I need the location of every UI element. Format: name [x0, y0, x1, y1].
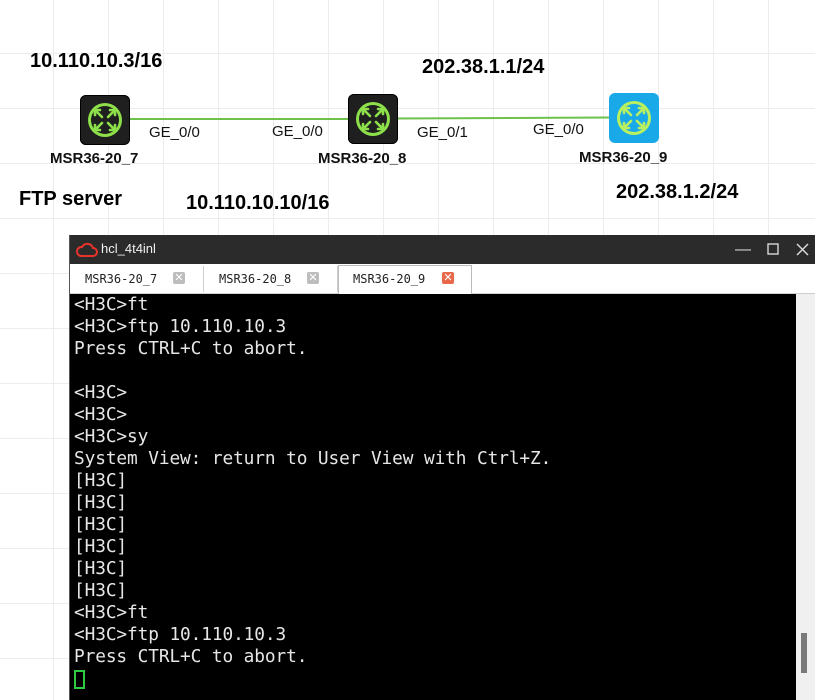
router-msr36-20-7[interactable] — [80, 95, 130, 145]
console-line: System View: return to User View with Ct… — [74, 448, 552, 469]
close-icon — [795, 243, 809, 256]
console-line: Press CTRL+C to abort. — [74, 646, 308, 667]
maximize-icon — [767, 243, 779, 255]
console-line: [H3C] — [74, 536, 128, 557]
console-line: <H3C>ftp 10.110.10.3 — [74, 624, 287, 645]
port-label-r7-ge00: GE_0/0 — [149, 124, 200, 141]
console-line: [H3C] — [74, 492, 128, 513]
ip-label-r8-bottom: 10.110.10.10/16 — [186, 192, 330, 214]
minimize-icon: — — [735, 241, 751, 258]
device-name-r9: MSR36-20_9 — [579, 149, 668, 166]
ftp-server-label: FTP server — [19, 188, 123, 210]
port-label-r8-ge01: GE_0/1 — [417, 124, 468, 141]
console-line: <H3C>ftp 10.110.10.3 — [74, 316, 287, 337]
console-line: <H3C>sy — [74, 426, 149, 447]
console-line: [H3C] — [74, 558, 128, 579]
tab-msr36-20-9[interactable]: MSR36-20_9 ✕ — [338, 265, 472, 294]
router-icon — [617, 101, 651, 135]
ip-label-r8-top: 202.38.1.1/24 — [422, 56, 545, 78]
ip-label-r9: 202.38.1.2/24 — [616, 181, 739, 203]
tab-bar: MSR36-20_7 ✕ MSR36-20_8 ✕ MSR36-20_9 ✕ — [70, 264, 815, 294]
window-title: hcl_4t4inl — [101, 241, 156, 256]
tab-label: MSR36-20_7 — [85, 272, 158, 286]
console-line: [H3C] — [74, 514, 128, 535]
scrollbar-thumb[interactable] — [801, 633, 807, 673]
console-line: <H3C>ft — [74, 602, 149, 623]
tab-msr36-20-8[interactable]: MSR36-20_8 ✕ — [205, 266, 338, 292]
device-name-r7: MSR36-20_7 — [50, 150, 139, 167]
router-icon — [356, 102, 390, 136]
router-msr36-20-8[interactable] — [348, 94, 398, 144]
maximize-button[interactable] — [758, 235, 788, 264]
link-r7-r8[interactable] — [129, 118, 349, 120]
close-button[interactable] — [787, 235, 815, 264]
console-line: Press CTRL+C to abort. — [74, 338, 308, 359]
console-line: <H3C> — [74, 404, 128, 425]
console-line: [H3C] — [74, 580, 128, 601]
console-line: <H3C>ft — [74, 294, 149, 315]
tab-label: MSR36-20_8 — [219, 272, 292, 286]
tab-msr36-20-7[interactable]: MSR36-20_7 ✕ — [71, 266, 204, 292]
ip-label-r7: 10.110.10.3/16 — [30, 50, 163, 72]
console-output[interactable]: <H3C>ft <H3C>ftp 10.110.10.3 Press CTRL+C … — [70, 294, 796, 700]
console-line: <H3C> — [74, 382, 128, 403]
router-msr36-20-9[interactable] — [609, 93, 659, 143]
port-label-r9-ge00: GE_0/0 — [533, 121, 584, 138]
tab-label: MSR36-20_9 — [353, 272, 426, 286]
console-scrollbar[interactable] — [796, 294, 815, 700]
text-cursor — [74, 670, 85, 689]
close-tab-icon[interactable]: ✕ — [173, 272, 185, 284]
minimize-button[interactable]: — — [728, 235, 758, 264]
device-name-r8: MSR36-20_8 — [318, 150, 407, 167]
terminal-window: hcl_4t4inl — MSR36-20_7 ✕ MSR36-20_8 ✕ M… — [69, 235, 815, 700]
close-tab-icon[interactable]: ✕ — [442, 272, 454, 284]
cloud-logo-icon — [76, 242, 98, 257]
port-label-r8-ge00: GE_0/0 — [272, 123, 323, 140]
router-icon — [88, 103, 122, 137]
close-tab-icon[interactable]: ✕ — [307, 272, 319, 284]
console-line: [H3C] — [74, 470, 128, 491]
window-titlebar[interactable]: hcl_4t4inl — — [70, 235, 815, 264]
